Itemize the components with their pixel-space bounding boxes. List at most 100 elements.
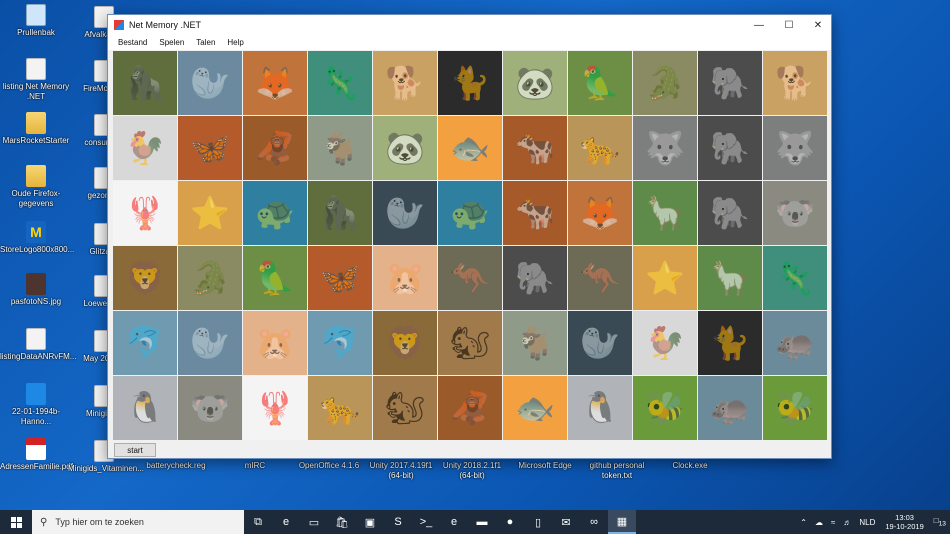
desktop-icon[interactable]: Microsoft Edge — [509, 461, 581, 471]
memory-card-seal[interactable]: 🦭 — [373, 181, 437, 245]
title-bar[interactable]: Net Memory .NET — ☐ ✕ — [108, 15, 831, 35]
memory-card-dog[interactable]: 🐕 — [763, 51, 827, 115]
memory-card-butterfly[interactable]: 🦋 — [178, 116, 242, 180]
memory-card-penguin[interactable]: 🐧 — [113, 376, 177, 440]
memory-card-orangutan[interactable]: 🦧 — [243, 116, 307, 180]
memory-card-bee[interactable]: 🐝 — [633, 376, 697, 440]
desktop-icon[interactable]: 22-01-1994b-Hanno... — [0, 383, 72, 427]
firefox-icon[interactable]: ● — [496, 510, 524, 534]
store-icon[interactable]: 🛍 — [328, 510, 356, 534]
memory-card-lion[interactable]: 🦁 — [113, 246, 177, 310]
memory-card-dolphin[interactable]: 🐬 — [113, 311, 177, 375]
memory-card-turtle[interactable]: 🐢 — [243, 181, 307, 245]
memory-card-gorilla[interactable]: 🦍 — [308, 181, 372, 245]
memory-card-rooster[interactable]: 🐓 — [113, 116, 177, 180]
memory-card-turtle[interactable]: 🐢 — [438, 181, 502, 245]
desktop-icon[interactable]: pasfotoNS.jpg — [0, 273, 72, 307]
menu-help[interactable]: Help — [221, 38, 249, 47]
memory-card-cat[interactable]: 🐈 — [438, 51, 502, 115]
desktop-icon[interactable]: AdressenFamilie.pdf — [0, 438, 73, 472]
desktop-icon[interactable]: github personal token.txt — [581, 461, 653, 481]
visual-studio-icon[interactable]: ∞ — [580, 510, 608, 534]
file-explorer-icon[interactable]: ▭ — [300, 510, 328, 534]
maximize-button[interactable]: ☐ — [774, 15, 804, 35]
memory-card-wolf[interactable]: 🐺 — [633, 116, 697, 180]
memory-card-llama[interactable]: 🦙 — [698, 246, 762, 310]
memory-card-chameleon[interactable]: 🦎 — [763, 246, 827, 310]
language-indicator[interactable]: NLD — [859, 518, 875, 527]
task-view-icon[interactable]: ⧉ — [244, 510, 272, 534]
memory-card-lion[interactable]: 🦁 — [373, 311, 437, 375]
memory-card-lobster[interactable]: 🦞 — [243, 376, 307, 440]
memory-card-koala[interactable]: 🐨 — [178, 376, 242, 440]
minimize-button[interactable]: — — [744, 15, 774, 35]
app-s-icon[interactable]: S — [384, 510, 412, 534]
menu-bestand[interactable]: Bestand — [112, 38, 153, 47]
memory-card-hippo[interactable]: 🦛 — [763, 311, 827, 375]
memory-card-elephant[interactable]: 🐘 — [503, 246, 567, 310]
memory-card-goat[interactable]: 🐐 — [308, 116, 372, 180]
wifi-icon[interactable]: ≈ — [831, 518, 835, 527]
desktop-icon[interactable]: mIRC — [219, 461, 291, 471]
memory-card-llama[interactable]: 🦙 — [633, 181, 697, 245]
memory-card-butterfly[interactable]: 🦋 — [308, 246, 372, 310]
memory-card-elephant[interactable]: 🐘 — [698, 51, 762, 115]
memory-card-penguin[interactable]: 🐧 — [568, 376, 632, 440]
start-button[interactable]: start — [114, 443, 156, 457]
memory-card-hippo[interactable]: 🦛 — [698, 376, 762, 440]
memory-card-elephant[interactable]: 🐘 — [698, 181, 762, 245]
memory-card-fox[interactable]: 🦊 — [243, 51, 307, 115]
memory-card-elephant[interactable]: 🐘 — [698, 116, 762, 180]
memory-card-hamster[interactable]: 🐹 — [373, 246, 437, 310]
desktop-icon[interactable]: listing Net Memory .NET — [0, 58, 72, 102]
memory-card-seal[interactable]: 🦭 — [568, 311, 632, 375]
memory-card-goat[interactable]: 🐐 — [503, 311, 567, 375]
memory-card-parrot[interactable]: 🦜 — [568, 51, 632, 115]
image-viewer-icon[interactable]: ▣ — [356, 510, 384, 534]
memory-card-cow[interactable]: 🐄 — [503, 116, 567, 180]
close-button[interactable]: ✕ — [803, 15, 833, 35]
memory-card-goldfish[interactable]: 🐟 — [503, 376, 567, 440]
taskbar-search[interactable]: ⚲ Typ hier om te zoeken — [32, 510, 244, 534]
memory-card-hamster[interactable]: 🐹 — [243, 311, 307, 375]
edge-icon[interactable]: e — [272, 510, 300, 534]
memory-card-lobster[interactable]: 🦞 — [113, 181, 177, 245]
memory-card-panda[interactable]: 🐼 — [503, 51, 567, 115]
memory-card-rooster[interactable]: 🐓 — [633, 311, 697, 375]
memory-card-cat[interactable]: 🐈 — [698, 311, 762, 375]
memory-card-leopard[interactable]: 🐆 — [308, 376, 372, 440]
menu-spelen[interactable]: Spelen — [153, 38, 190, 47]
notepad-icon[interactable]: ▯ — [524, 510, 552, 534]
memory-card-chameleon[interactable]: 🦎 — [308, 51, 372, 115]
internet-explorer-icon[interactable]: e — [440, 510, 468, 534]
cloud-icon[interactable]: ☁ — [815, 518, 823, 527]
memory-card-gorilla[interactable]: 🦍 — [113, 51, 177, 115]
notification-icon[interactable]: □13 — [934, 516, 946, 528]
terminal-icon[interactable]: ▬ — [468, 510, 496, 534]
memory-card-kangaroo[interactable]: 🦘 — [568, 246, 632, 310]
memory-card-koala[interactable]: 🐨 — [763, 181, 827, 245]
memory-game-icon[interactable]: ▦ — [608, 510, 636, 534]
desktop-icon[interactable]: Clock.exe — [654, 461, 726, 471]
desktop-icon[interactable]: listingDataANRvFM... — [0, 328, 76, 362]
memory-card-crocodile[interactable]: 🐊 — [178, 246, 242, 310]
memory-card-starfish[interactable]: ⭐ — [178, 181, 242, 245]
memory-card-cow[interactable]: 🐄 — [503, 181, 567, 245]
memory-card-panda[interactable]: 🐼 — [373, 116, 437, 180]
memory-card-squirrel[interactable]: 🐿 — [373, 376, 437, 440]
menu-talen[interactable]: Talen — [190, 38, 221, 47]
desktop-icon[interactable]: M StoreLogo800x800... — [0, 221, 74, 255]
start-menu-button[interactable] — [0, 510, 32, 534]
memory-card-sea-lion[interactable]: 🦭 — [178, 51, 242, 115]
memory-card-dog[interactable]: 🐕 — [373, 51, 437, 115]
clock[interactable]: 13:03 19-10-2019 — [885, 513, 923, 531]
memory-card-kangaroo[interactable]: 🦘 — [438, 246, 502, 310]
memory-card-squirrel[interactable]: 🐿 — [438, 311, 502, 375]
memory-card-dolphin[interactable]: 🐬 — [308, 311, 372, 375]
memory-card-orangutan[interactable]: 🦧 — [438, 376, 502, 440]
memory-card-parrot[interactable]: 🦜 — [243, 246, 307, 310]
mail-icon[interactable]: ✉ — [552, 510, 580, 534]
desktop-icon[interactable]: batterycheck.reg — [140, 461, 212, 471]
desktop-icon[interactable]: OpenOffice 4.1.6 — [293, 461, 365, 471]
memory-card-sea-lion[interactable]: 🦭 — [178, 311, 242, 375]
